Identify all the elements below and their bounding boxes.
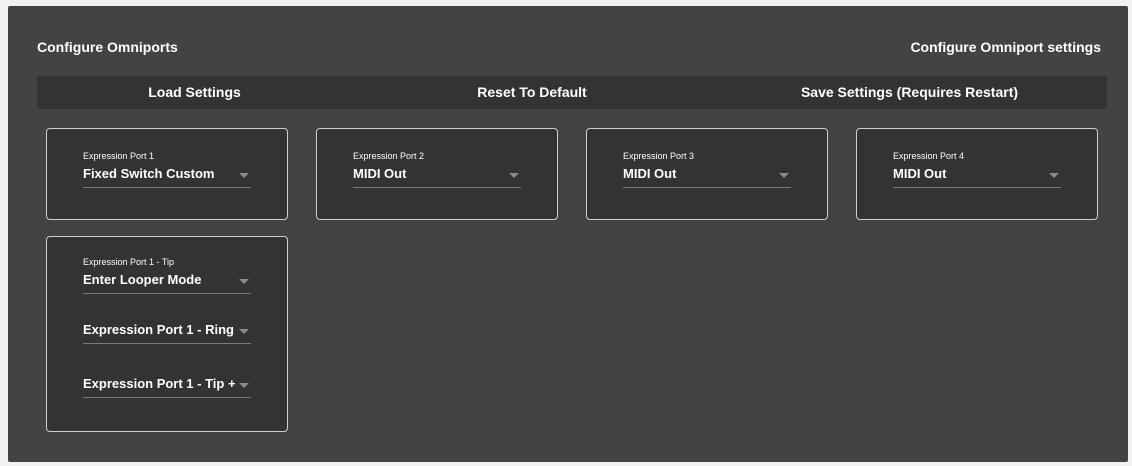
port-1-tip-label: Expression Port 1 - Tip	[83, 257, 175, 267]
load-settings-button[interactable]: Load Settings	[37, 76, 352, 109]
port-4-label: Expression Port 4	[893, 151, 965, 161]
port-1-select[interactable]: Fixed Switch Custom	[83, 165, 251, 188]
save-settings-button[interactable]: Save Settings (Requires Restart)	[712, 76, 1107, 109]
chevron-down-icon	[239, 383, 249, 388]
port-3-label: Expression Port 3	[623, 151, 695, 161]
port-1-tip-ring-value: Expression Port 1 - Tip +...	[83, 376, 235, 391]
port-2-select[interactable]: MIDI Out	[353, 165, 521, 188]
port-4-value: MIDI Out	[893, 166, 947, 181]
port-1-tip-ring-select[interactable]: Expression Port 1 - Tip +...	[83, 375, 251, 398]
chevron-down-icon	[239, 279, 249, 284]
chevron-down-icon	[239, 329, 249, 334]
port-1-detail-card: Expression Port 1 - Tip Enter Looper Mod…	[46, 236, 288, 432]
port-1-ring-select[interactable]: Expression Port 1 - Ring	[83, 321, 251, 344]
port-card-2: Expression Port 2 MIDI Out	[316, 128, 558, 220]
port-2-value: MIDI Out	[353, 166, 407, 181]
port-3-value: MIDI Out	[623, 166, 677, 181]
port-4-select[interactable]: MIDI Out	[893, 165, 1061, 188]
page-subtitle: Configure Omniport settings	[910, 39, 1101, 55]
chevron-down-icon	[779, 173, 789, 178]
chevron-down-icon	[239, 173, 249, 178]
port-1-value: Fixed Switch Custom	[83, 166, 215, 181]
reset-to-default-button[interactable]: Reset To Default	[352, 76, 712, 109]
port-card-4: Expression Port 4 MIDI Out	[856, 128, 1098, 220]
port-1-tip-value: Enter Looper Mode	[83, 272, 202, 287]
port-card-1: Expression Port 1 Fixed Switch Custom	[46, 128, 288, 220]
page-title: Configure Omniports	[37, 39, 178, 55]
port-card-3: Expression Port 3 MIDI Out	[586, 128, 828, 220]
chevron-down-icon	[509, 173, 519, 178]
port-3-select[interactable]: MIDI Out	[623, 165, 791, 188]
port-1-tip-select[interactable]: Enter Looper Mode	[83, 271, 251, 294]
port-1-label: Expression Port 1	[83, 151, 155, 161]
chevron-down-icon	[1049, 173, 1059, 178]
omniport-panel: Configure Omniports Configure Omniport s…	[8, 6, 1128, 462]
port-1-ring-value: Expression Port 1 - Ring	[83, 322, 234, 337]
action-bar: Load Settings Reset To Default Save Sett…	[37, 76, 1107, 109]
port-2-label: Expression Port 2	[353, 151, 425, 161]
